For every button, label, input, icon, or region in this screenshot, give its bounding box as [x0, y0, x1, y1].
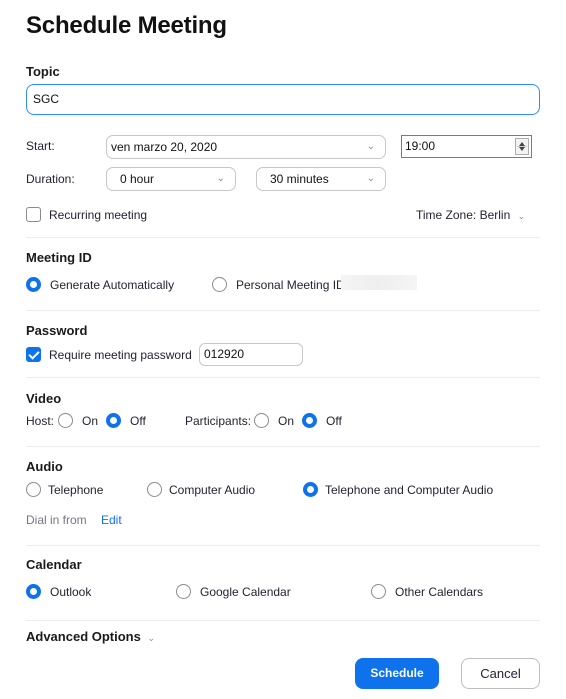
start-date-value: ven marzo 20, 2020 — [111, 140, 218, 154]
recurring-checkbox[interactable] — [26, 207, 41, 222]
divider — [26, 620, 540, 621]
radio-calendar-other[interactable] — [371, 584, 386, 599]
start-time-input[interactable]: 19:00 — [401, 135, 532, 158]
advanced-options-label: Advanced Options — [26, 629, 141, 644]
cancel-button[interactable]: Cancel — [461, 658, 540, 689]
redacted-meeting-id — [341, 275, 417, 290]
radio-audio-telephone[interactable] — [26, 482, 41, 497]
audio-title: Audio — [26, 459, 63, 474]
calendar-title: Calendar — [26, 557, 82, 572]
audio-computer-label: Computer Audio — [169, 483, 256, 497]
radio-participants-video-on[interactable] — [254, 413, 269, 428]
dial-in-edit-link[interactable]: Edit — [101, 513, 122, 527]
start-label: Start: — [26, 139, 55, 153]
require-password-label: Require meeting password — [49, 348, 192, 362]
video-title: Video — [26, 391, 62, 406]
video-host-label: Host: — [26, 414, 55, 428]
schedule-button[interactable]: Schedule — [355, 658, 439, 689]
radio-host-video-off[interactable] — [106, 413, 121, 428]
audio-telephone-label: Telephone — [48, 483, 104, 497]
duration-minutes-select[interactable]: 30 minutes ⌄ — [256, 167, 386, 191]
password-title: Password — [26, 323, 88, 338]
chevron-down-icon: ⌄ — [147, 633, 156, 643]
dial-in-label: Dial in from — [26, 513, 87, 527]
radio-host-video-on[interactable] — [58, 413, 73, 428]
host-off-label: Off — [130, 414, 146, 428]
divider — [26, 310, 540, 311]
duration-label: Duration: — [26, 172, 75, 186]
chevron-down-icon: ⌄ — [366, 141, 375, 152]
divider — [26, 545, 540, 546]
timezone-value: Time Zone: Berlin — [416, 208, 511, 222]
advanced-options-toggle[interactable]: Advanced Options ⌄ — [26, 629, 155, 644]
duration-minutes-value: 30 minutes — [270, 172, 329, 186]
topic-label: Topic — [26, 64, 60, 79]
start-time-value: 19:00 — [405, 139, 436, 153]
participants-on-label: On — [278, 414, 295, 428]
topic-input[interactable]: SGC — [26, 84, 540, 115]
divider — [26, 446, 540, 447]
calendar-other-label: Other Calendars — [395, 585, 484, 599]
video-participants-label: Participants: — [185, 414, 252, 428]
dialog-title: Schedule Meeting — [26, 12, 227, 39]
chevron-down-icon: ⌄ — [517, 211, 526, 221]
require-password-checkbox[interactable] — [26, 347, 41, 362]
audio-both-label: Telephone and Computer Audio — [325, 483, 494, 497]
host-on-label: On — [82, 414, 99, 428]
duration-hours-select[interactable]: 0 hour ⌄ — [106, 167, 236, 191]
time-spinner[interactable] — [515, 138, 529, 155]
password-input[interactable]: 012920 — [199, 343, 303, 366]
calendar-google-label: Google Calendar — [200, 585, 291, 599]
calendar-outlook-label: Outlook — [50, 585, 92, 599]
spinner-down-icon[interactable] — [519, 147, 525, 151]
personal-meeting-id-label: Personal Meeting ID — [236, 278, 345, 292]
divider — [26, 237, 540, 238]
radio-calendar-outlook[interactable] — [26, 584, 41, 599]
radio-generate-automatically[interactable] — [26, 277, 41, 292]
participants-off-label: Off — [326, 414, 342, 428]
radio-calendar-google[interactable] — [176, 584, 191, 599]
duration-hours-value: 0 hour — [120, 172, 155, 186]
radio-audio-both[interactable] — [303, 482, 318, 497]
radio-participants-video-off[interactable] — [302, 413, 317, 428]
start-date-select[interactable]: ven marzo 20, 2020 ⌄ — [106, 135, 386, 159]
recurring-label: Recurring meeting — [49, 208, 148, 222]
chevron-down-icon: ⌄ — [366, 173, 375, 184]
chevron-down-icon: ⌄ — [216, 173, 225, 184]
radio-personal-meeting-id[interactable] — [212, 277, 227, 292]
meeting-id-title: Meeting ID — [26, 250, 92, 265]
timezone-select[interactable]: Time Zone: Berlin ⌄ — [416, 208, 525, 222]
divider — [26, 377, 540, 378]
generate-automatically-label: Generate Automatically — [50, 278, 175, 292]
radio-audio-computer[interactable] — [147, 482, 162, 497]
